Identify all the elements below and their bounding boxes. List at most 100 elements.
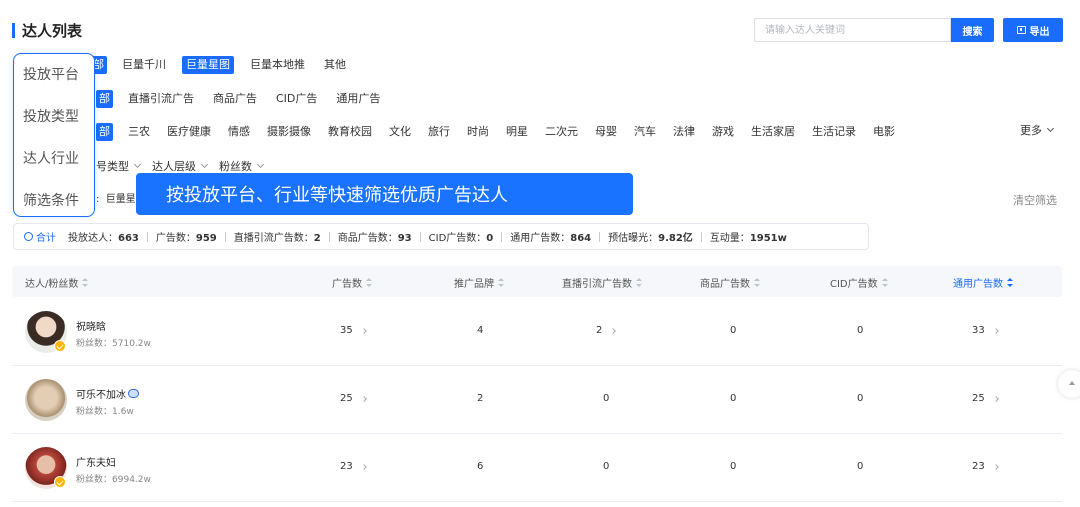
influencer-name[interactable]: 广东夫妇 — [76, 454, 116, 469]
col-product[interactable]: 商品广告数 — [700, 275, 760, 290]
search-bar: 搜索 — [754, 18, 994, 42]
sort-icon — [498, 278, 504, 287]
chip-industry-15[interactable]: 生活记录 — [809, 123, 859, 141]
chip-industry-12[interactable]: 法律 — [670, 123, 698, 141]
chip-all-type[interactable]: 部 — [96, 90, 113, 108]
cell-value: 35 — [340, 325, 353, 336]
col-live[interactable]: 直播引流广告数 — [562, 275, 642, 290]
chip-platform-0[interactable]: 巨量千川 — [119, 56, 169, 74]
filter-row-industry: 部 三农 医疗健康 情感 摄影摄像 教育校园 文化 旅行 时尚 明星 二次元 母… — [96, 122, 909, 142]
divider — [419, 231, 421, 242]
cell-brands: 4 — [477, 325, 483, 336]
chip-industry-0[interactable]: 三农 — [125, 123, 153, 141]
divider — [328, 231, 330, 242]
chip-platform-1[interactable]: 巨量星图 — [182, 56, 234, 74]
cell-ads[interactable]: 35 — [340, 325, 367, 336]
cell-general[interactable]: 33 — [972, 325, 999, 336]
cell-live[interactable]: 2 — [596, 325, 617, 336]
filter-row-platform: 部 巨量千川 巨量星图 巨量本地推 其他 — [90, 55, 362, 75]
chip-type-2[interactable]: CID广告 — [273, 90, 320, 108]
table-row[interactable]: 祝晓晗 粉丝数：5710.2w 35 4 2 0 0 33 — [12, 298, 1062, 366]
chip-industry-2[interactable]: 情感 — [225, 123, 253, 141]
chip-industry-11[interactable]: 汽车 — [631, 123, 659, 141]
avatar[interactable] — [25, 379, 67, 421]
stat-label: 广告数： — [155, 233, 196, 244]
stat-label: 直播引流广告数： — [233, 233, 314, 244]
fans-value: 5710.2w — [112, 339, 151, 349]
fans-count: 粉丝数：5710.2w — [76, 336, 151, 349]
cell-value: 0 — [730, 393, 737, 404]
chip-industry-10[interactable]: 母婴 — [592, 123, 620, 141]
chip-industry-5[interactable]: 文化 — [386, 123, 414, 141]
fans-count: 粉丝数：6994.2w — [76, 472, 151, 485]
chip-all-industry[interactable]: 部 — [96, 123, 113, 141]
cell-value: 2 — [596, 325, 603, 336]
cell-ads[interactable]: 25 — [340, 393, 367, 404]
search-button[interactable]: 搜索 — [951, 18, 994, 42]
chip-type-3[interactable]: 通用广告 — [333, 90, 383, 108]
dropdown-level[interactable]: 达人层级 — [152, 158, 209, 174]
chip-type-1[interactable]: 商品广告 — [210, 90, 260, 108]
stat-label: 通用广告数： — [510, 233, 571, 244]
search-input[interactable] — [754, 18, 951, 42]
cell-ads[interactable]: 23 — [340, 461, 367, 472]
chevron-down-icon — [133, 160, 142, 169]
divider — [700, 231, 702, 242]
stat: 广告数：959 — [156, 229, 217, 244]
divider — [599, 231, 601, 242]
sort-icon — [1007, 278, 1013, 287]
chip-type-0[interactable]: 直播引流广告 — [125, 90, 197, 108]
fans-label: 粉丝数： — [76, 475, 113, 485]
col-ads[interactable]: 广告数 — [332, 275, 372, 290]
export-button[interactable]: 导出 — [1003, 18, 1063, 42]
cell-value: 4 — [477, 325, 484, 336]
cell-value: 0 — [857, 461, 864, 472]
stat-label: 互动量： — [709, 233, 750, 244]
cell-general[interactable]: 25 — [972, 393, 999, 404]
cell-value: 2 — [477, 393, 484, 404]
col-cid[interactable]: CID广告数 — [830, 275, 888, 290]
table-row[interactable]: 可乐不加冰 粉丝数：1.6w 25 2 0 0 0 25 — [12, 366, 1062, 434]
chip-industry-16[interactable]: 电影 — [870, 123, 898, 141]
cell-general[interactable]: 23 — [972, 461, 999, 472]
chip-industry-1[interactable]: 医疗健康 — [164, 123, 214, 141]
table-row[interactable]: 广东夫妇 粉丝数：6994.2w 23 6 0 0 0 23 — [12, 434, 1062, 502]
chip-platform-3[interactable]: 其他 — [321, 56, 349, 74]
col-brands[interactable]: 推广品牌 — [454, 275, 504, 290]
chip-industry-13[interactable]: 游戏 — [709, 123, 737, 141]
cell-value: 23 — [340, 461, 353, 472]
clear-filters-button[interactable]: 清空筛选 — [1013, 192, 1057, 208]
scroll-top-button[interactable] — [1058, 370, 1080, 398]
selected-tag[interactable]: 巨量星 — [106, 194, 136, 205]
chip-industry-3[interactable]: 摄影摄像 — [264, 123, 314, 141]
chevron-right-icon — [610, 327, 617, 334]
stat: 商品广告数：93 — [338, 229, 412, 244]
dropdown-fans[interactable]: 粉丝数 — [219, 158, 265, 174]
chip-industry-6[interactable]: 旅行 — [425, 123, 453, 141]
influencer-name[interactable]: 祝晓晗 — [76, 318, 106, 333]
chip-industry-14[interactable]: 生活家居 — [748, 123, 798, 141]
chip-industry-4[interactable]: 教育校园 — [325, 123, 375, 141]
chevron-right-icon — [992, 395, 999, 402]
chip-industry-9[interactable]: 二次元 — [542, 123, 581, 141]
chip-industry-7[interactable]: 时尚 — [464, 123, 492, 141]
dropdown-account-type[interactable]: 号类型 — [96, 158, 142, 174]
chip-industry-8[interactable]: 明星 — [503, 123, 531, 141]
cell-product: 0 — [730, 393, 736, 404]
chevron-right-icon — [360, 463, 367, 470]
dropdown-label: 粉丝数 — [219, 160, 252, 173]
divider — [224, 231, 226, 242]
total-text: 合计 — [36, 233, 56, 244]
cell-cid: 0 — [857, 393, 863, 404]
influencer-name[interactable]: 可乐不加冰 — [76, 386, 139, 401]
chip-platform-2[interactable]: 巨量本地推 — [247, 56, 308, 74]
chevron-right-icon — [360, 395, 367, 402]
label-conditions: 筛选条件 — [23, 193, 79, 209]
col-influencer[interactable]: 达人/粉丝数 — [25, 275, 89, 290]
page-title: 达人列表 — [22, 21, 83, 40]
col-general[interactable]: 通用广告数 — [953, 275, 1013, 290]
stat-value: 864 — [570, 233, 592, 244]
more-industries-button[interactable]: 更多 — [1020, 122, 1055, 138]
fans-label: 粉丝数： — [76, 339, 113, 349]
cell-value: 33 — [972, 325, 985, 336]
